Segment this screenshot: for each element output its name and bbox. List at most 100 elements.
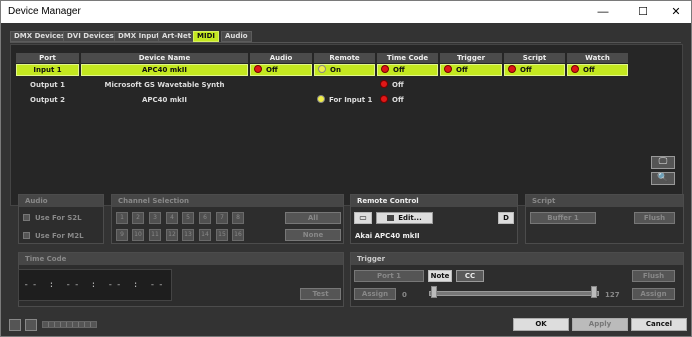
- column-header-audio[interactable]: Audio: [250, 53, 312, 63]
- channel-7-button[interactable]: 7: [216, 212, 228, 224]
- column-header-watch[interactable]: Watch: [567, 53, 628, 63]
- trigger-assign-max-button[interactable]: Assign: [632, 288, 675, 300]
- audio-status-icon: [254, 65, 262, 73]
- search-button[interactable]: 🔍: [651, 172, 675, 185]
- tab-midi[interactable]: MIDI: [193, 31, 219, 42]
- watch-status-label: Off: [583, 66, 595, 74]
- use-for-s2l-label: Use For S2L: [35, 214, 82, 222]
- script-flush-button[interactable]: Flush: [634, 212, 675, 224]
- channel-1-button[interactable]: 1: [116, 212, 128, 224]
- timecode-status-icon: [381, 65, 389, 73]
- progress-indicator: [42, 321, 97, 328]
- tab-dvi-devices[interactable]: DVI Devices: [63, 31, 118, 42]
- row-input-1-trigger[interactable]: Off: [440, 64, 502, 76]
- remote-status-label: For Input 1: [329, 96, 373, 104]
- trigger-port-button[interactable]: Port 1: [354, 270, 424, 282]
- trigger-range-slider[interactable]: [429, 291, 599, 296]
- select-all-channels-button[interactable]: All: [285, 212, 341, 224]
- row-output-1-device[interactable]: Microsoft GS Wavetable Synth: [81, 79, 248, 91]
- edit-remote-button[interactable]: Edit...: [376, 212, 433, 224]
- use-for-m2l-label: Use For M2L: [35, 232, 84, 240]
- column-header-trigger[interactable]: Trigger: [440, 53, 502, 63]
- monitor-button[interactable]: 🖵: [651, 156, 675, 169]
- close-button[interactable]: ✕: [661, 1, 691, 23]
- monitor-icon: 🖵: [658, 157, 668, 167]
- row-input-1-timecode[interactable]: Off: [377, 64, 438, 76]
- channel-4-button[interactable]: 4: [166, 212, 178, 224]
- time-code-test-button[interactable]: Test: [300, 288, 341, 300]
- search-icon: 🔍: [657, 173, 669, 183]
- column-header-remote[interactable]: Remote: [314, 53, 375, 63]
- audio-status-label: Off: [266, 66, 278, 74]
- row-output-2-port[interactable]: Output 2: [16, 94, 79, 106]
- tab-art-net[interactable]: Art-Net: [158, 31, 196, 42]
- time-code-title: Time Code: [19, 253, 343, 265]
- tab-dmx-devices[interactable]: DMX Devices: [10, 31, 70, 42]
- row-input-1-device[interactable]: APC40 mkII: [81, 64, 248, 76]
- use-for-m2l-checkbox[interactable]: [23, 232, 30, 239]
- tab-divider: [10, 42, 681, 43]
- maximize-button[interactable]: ☐: [628, 1, 658, 23]
- trigger-cc-button[interactable]: CC: [456, 270, 484, 282]
- device-manager-window: Device Manager — ☐ ✕ DMX Devices DVI Dev…: [0, 0, 692, 337]
- trigger-note-button[interactable]: Note: [428, 270, 452, 282]
- column-header-port[interactable]: Port: [16, 53, 79, 63]
- row-input-1-audio[interactable]: Off: [250, 64, 312, 76]
- trigger-panel-title: Trigger: [351, 253, 683, 265]
- cancel-button[interactable]: Cancel: [631, 318, 687, 331]
- buffer-1-button[interactable]: Buffer 1: [530, 212, 596, 224]
- edit-icon: [387, 215, 395, 221]
- channel-9-button[interactable]: 9: [116, 229, 128, 241]
- timecode-status-icon: [380, 95, 388, 103]
- row-output-1-timecode[interactable]: Off: [377, 79, 438, 91]
- row-output-1-port[interactable]: Output 1: [16, 79, 79, 91]
- channel-11-button[interactable]: 11: [149, 229, 161, 241]
- channel-13-button[interactable]: 13: [182, 229, 194, 241]
- trigger-flush-button[interactable]: Flush: [632, 270, 675, 282]
- trigger-slider-max-handle[interactable]: [591, 286, 597, 298]
- remote-status-icon: [318, 65, 326, 73]
- trigger-assign-min-button[interactable]: Assign: [354, 288, 396, 300]
- column-header-device-name[interactable]: Device Name: [81, 53, 248, 63]
- tab-audio[interactable]: Audio: [221, 31, 252, 42]
- row-input-1-remote[interactable]: On: [314, 64, 375, 76]
- row-input-1-script[interactable]: Off: [504, 64, 565, 76]
- tab-dmx-input[interactable]: DMX Input: [114, 31, 164, 42]
- channel-3-button[interactable]: 3: [149, 212, 161, 224]
- trigger-slider-min-handle[interactable]: [431, 286, 437, 298]
- title-bar: Device Manager — ☐ ✕: [1, 1, 691, 23]
- row-input-1-port[interactable]: Input 1: [16, 64, 79, 76]
- column-header-script[interactable]: Script: [504, 53, 565, 63]
- channel-selection-title: Channel Selection: [112, 195, 343, 207]
- row-input-1-watch[interactable]: Off: [567, 64, 628, 76]
- timecode-status-label: Off: [392, 81, 404, 89]
- use-for-s2l-checkbox[interactable]: [23, 214, 30, 221]
- save-icon[interactable]: [25, 319, 37, 331]
- channel-2-button[interactable]: 2: [132, 212, 144, 224]
- timecode-status-icon: [380, 80, 388, 88]
- ok-button[interactable]: OK: [513, 318, 569, 331]
- channel-14-button[interactable]: 14: [199, 229, 211, 241]
- channel-10-button[interactable]: 10: [132, 229, 144, 241]
- remote-status-label: On: [330, 66, 341, 74]
- remote-control-title: Remote Control: [351, 195, 517, 207]
- column-header-time-code[interactable]: Time Code: [377, 53, 438, 63]
- remote-status-icon: [317, 95, 325, 103]
- row-output-2-remote[interactable]: For Input 1: [314, 94, 376, 106]
- audio-panel-title: Audio: [19, 195, 103, 207]
- open-folder-button[interactable]: ▭: [354, 212, 372, 224]
- folder-icon[interactable]: [9, 319, 21, 331]
- row-output-2-device[interactable]: APC40 mkII: [81, 94, 248, 106]
- row-output-2-timecode[interactable]: Off: [377, 94, 438, 106]
- channel-15-button[interactable]: 15: [216, 229, 228, 241]
- select-no-channels-button[interactable]: None: [285, 229, 341, 241]
- channel-8-button[interactable]: 8: [232, 212, 244, 224]
- channel-12-button[interactable]: 12: [166, 229, 178, 241]
- remote-d-button[interactable]: D: [498, 212, 514, 224]
- window-title: Device Manager: [8, 6, 81, 17]
- channel-16-button[interactable]: 16: [232, 229, 244, 241]
- apply-button[interactable]: Apply: [572, 318, 628, 331]
- channel-6-button[interactable]: 6: [199, 212, 211, 224]
- minimize-button[interactable]: —: [588, 1, 618, 23]
- channel-5-button[interactable]: 5: [182, 212, 194, 224]
